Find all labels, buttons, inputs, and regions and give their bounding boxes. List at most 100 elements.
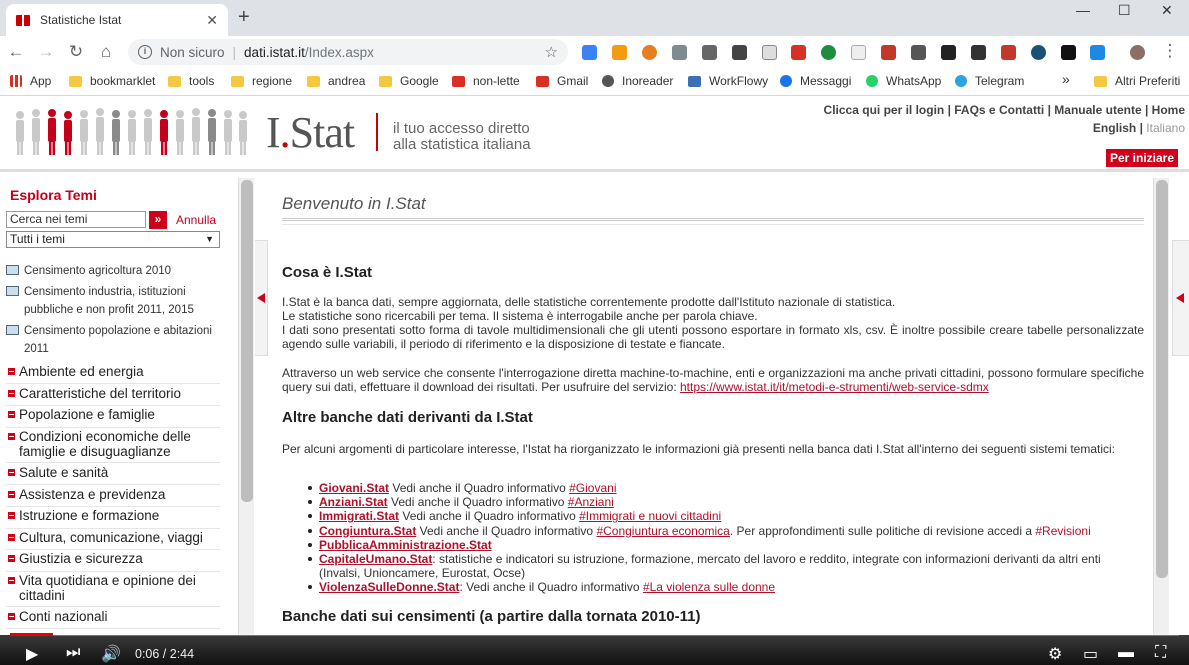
violenza-donne-stat-link[interactable]: ViolenzaSulleDonne.Stat <box>319 580 459 594</box>
main-scroll-thumb[interactable] <box>1156 180 1168 578</box>
web-service-link[interactable]: https://www.istat.it/it/metodi-e-strumen… <box>680 380 989 394</box>
url-bar[interactable]: i Non sicuro | dati.istat.it /Index.aspx… <box>128 39 568 65</box>
browser-tab[interactable]: Statistiche Istat ✕ <box>6 4 228 36</box>
theme-item[interactable]: Ambiente ed energia <box>6 364 220 384</box>
bookmark-whatsapp[interactable]: WhatsApp <box>866 74 941 88</box>
theme-item[interactable]: Salute e sanità <box>6 465 220 485</box>
bookmark-altri-preferiti[interactable]: Altri Preferiti <box>1094 74 1180 88</box>
anziani-tag-link[interactable]: #Anziani <box>568 495 614 509</box>
census-item-industria[interactable]: Censimento industria, istituzioni pubbli… <box>6 283 194 319</box>
miniplayer-icon[interactable]: ▭ <box>1083 644 1098 664</box>
theme-filter-select[interactable]: Tutti i temi ▼ <box>6 231 220 248</box>
theme-search-input[interactable]: Cerca nei temi <box>6 211 146 228</box>
extension-calendar-icon[interactable] <box>1061 45 1076 60</box>
minimize-icon[interactable]: — <box>1076 2 1090 18</box>
bookmark-tools[interactable]: tools <box>168 74 214 88</box>
expand-icon[interactable] <box>8 433 15 440</box>
tab-close-icon[interactable]: ✕ <box>206 12 218 29</box>
video-progress-bar[interactable] <box>10 633 1179 636</box>
immigrati-tag-link[interactable]: #Immigrati e nuovi cittadini <box>579 509 721 523</box>
extension-green-icon[interactable] <box>821 45 836 60</box>
extension-shield-icon[interactable] <box>851 45 866 60</box>
bookmark-telegram[interactable]: Telegram <box>955 74 1024 88</box>
expand-icon[interactable] <box>8 512 15 519</box>
extension-gmail-icon[interactable] <box>791 45 806 60</box>
extension-h-icon[interactable] <box>911 45 926 60</box>
anziani-stat-link[interactable]: Anziani.Stat <box>319 495 388 509</box>
bookmark-gmail[interactable]: Gmail <box>536 74 588 88</box>
theater-mode-icon[interactable]: ▬ <box>1118 644 1134 662</box>
extension-red-icon[interactable] <box>881 45 896 60</box>
expand-icon[interactable] <box>8 577 15 584</box>
capitale-umano-stat-link[interactable]: CapitaleUmano.Stat <box>319 552 432 566</box>
extension-blue-icon[interactable] <box>1031 45 1046 60</box>
new-tab-icon[interactable]: + <box>238 6 250 29</box>
lang-italiano-link[interactable]: Italiano <box>1146 121 1185 135</box>
giovani-stat-link[interactable]: Giovani.Stat <box>319 481 389 495</box>
immigrati-stat-link[interactable]: Immigrati.Stat <box>319 509 399 523</box>
collapse-right-panel[interactable] <box>1172 240 1189 356</box>
expand-icon[interactable] <box>8 390 15 397</box>
extension-arrow-icon[interactable] <box>582 45 597 60</box>
theme-item[interactable]: Popolazione e famiglie <box>6 407 220 428</box>
census-item-popolazione[interactable]: Censimento popolazione e abitazioni 2011 <box>6 322 212 358</box>
bookmarks-more-icon[interactable]: » <box>1062 71 1070 87</box>
bookmark-andrea[interactable]: andrea <box>307 74 365 88</box>
chrome-menu-icon[interactable]: ⋮ <box>1160 41 1180 61</box>
cancel-search-link[interactable]: Annulla <box>176 213 216 227</box>
census-item-agricoltura[interactable]: Censimento agricoltura 2010 <box>6 262 171 280</box>
bookmark-star-icon[interactable]: ☆ <box>545 43 558 61</box>
bookmark-app[interactable]: App <box>10 74 51 88</box>
next-icon[interactable]: ⏭ <box>66 644 80 662</box>
extension-badge-icon[interactable] <box>1001 45 1016 60</box>
theme-item[interactable]: Condizioni economiche delle famiglie e d… <box>6 429 220 463</box>
theme-item[interactable]: Caratteristiche del territorio <box>6 386 220 406</box>
forward-arrow-icon[interactable]: → <box>36 42 56 62</box>
home-icon[interactable]: ⌂ <box>96 42 116 62</box>
play-icon[interactable]: ▶ <box>26 644 38 664</box>
expand-icon[interactable] <box>8 368 15 375</box>
volume-icon[interactable]: 🔊 <box>101 644 121 664</box>
back-arrow-icon[interactable]: ← <box>6 42 26 62</box>
istat-logo[interactable]: I.Stat <box>266 107 355 158</box>
extension-d-icon[interactable] <box>1090 45 1105 60</box>
extension-camera-icon[interactable] <box>971 45 986 60</box>
bookmark-bookmarklet[interactable]: bookmarklet <box>69 74 155 88</box>
expand-icon[interactable] <box>8 613 15 620</box>
reload-icon[interactable]: ↻ <box>66 42 86 62</box>
bookmark-inoreader[interactable]: Inoreader <box>602 74 673 88</box>
theme-item[interactable]: Giustizia e sicurezza <box>6 551 220 572</box>
expand-icon[interactable] <box>8 491 15 498</box>
collapse-left-panel[interactable] <box>255 240 268 356</box>
theme-item[interactable]: Conti nazionali <box>6 609 220 629</box>
pa-stat-link[interactable]: PubblicaAmministrazione.Stat <box>319 538 492 552</box>
top-links[interactable]: Clicca qui per il login | FAQs e Contatt… <box>824 103 1185 117</box>
profile-avatar[interactable] <box>1130 45 1145 60</box>
window-close-icon[interactable]: ✕ <box>1161 2 1173 19</box>
bookmark-regione[interactable]: regione <box>231 74 292 88</box>
info-icon[interactable]: i <box>138 45 152 59</box>
congiuntura-tag-link[interactable]: #Congiuntura economica <box>596 524 729 538</box>
main-scrollbar[interactable] <box>1153 178 1169 635</box>
theme-item[interactable]: Istruzione e formazione <box>6 508 220 529</box>
extension-rocket-icon[interactable] <box>732 45 747 60</box>
expand-icon[interactable] <box>8 469 15 476</box>
expand-icon[interactable] <box>8 534 15 541</box>
extension-grey-icon[interactable] <box>702 45 717 60</box>
giovani-tag-link[interactable]: #Giovani <box>569 481 616 495</box>
extension-tool-icon[interactable] <box>672 45 687 60</box>
extension-k-icon[interactable] <box>941 45 956 60</box>
theme-item[interactable]: Assistenza e previdenza <box>6 487 220 507</box>
per-iniziare-button[interactable]: Per iniziare <box>1105 149 1178 167</box>
theme-search-button[interactable]: » <box>149 211 167 229</box>
sidebar-scroll-thumb[interactable] <box>241 180 253 502</box>
lang-english-link[interactable]: English <box>1093 121 1136 135</box>
revisioni-link[interactable]: #Revisioni <box>1035 524 1090 538</box>
theme-item[interactable]: Cultura, comunicazione, viaggi <box>6 530 220 550</box>
bookmark-messaggi[interactable]: Messaggi <box>780 74 851 88</box>
fullscreen-icon[interactable]: ⛶ <box>1155 644 1166 662</box>
extension-orange-icon[interactable] <box>642 45 657 60</box>
extension-book-icon[interactable] <box>762 45 777 60</box>
bookmark-google[interactable]: Google <box>379 74 439 88</box>
extension-rss-icon[interactable] <box>612 45 627 60</box>
